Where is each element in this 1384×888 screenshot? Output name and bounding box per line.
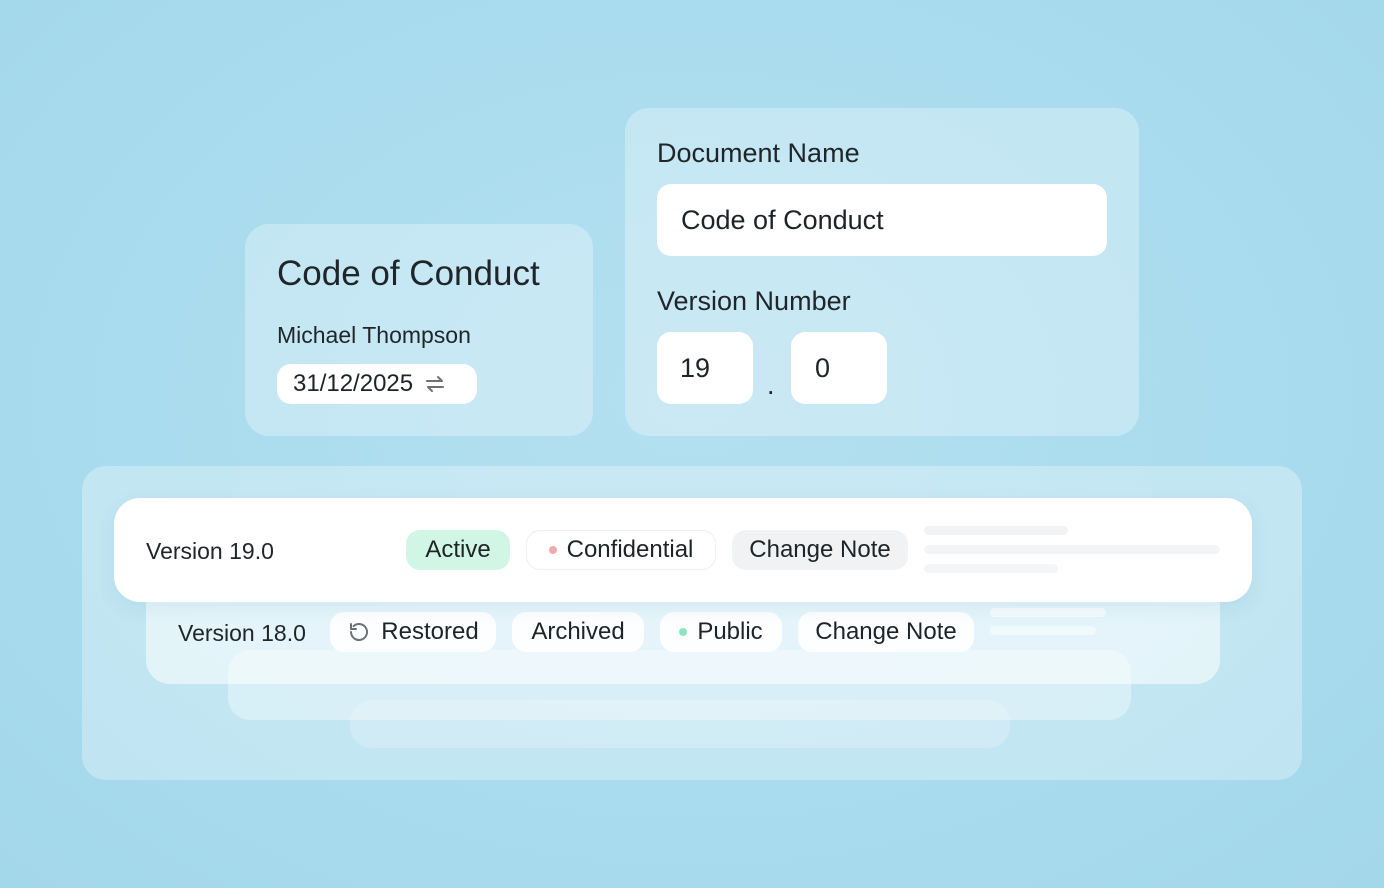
confidential-label: Confidential [566, 536, 694, 563]
public-chip[interactable]: Public [660, 612, 782, 652]
restore-icon [347, 620, 371, 644]
document-name-value: Code of Conduct [681, 204, 884, 235]
document-summary-card: Code of Conduct Michael Thompson 31/12/2… [245, 224, 593, 436]
archived-label: Archived [531, 618, 625, 645]
version-minor-value: 0 [815, 352, 831, 383]
version-separator: . [767, 370, 775, 400]
date-value: 31/12/2025 [293, 370, 414, 397]
change-note-label: Change Note [749, 536, 891, 563]
document-title: Code of Conduct [277, 254, 540, 293]
confidential-dot [548, 546, 557, 554]
change-note-button[interactable]: Change Note [798, 612, 974, 652]
document-name-input[interactable]: Code of Conduct [657, 184, 1107, 256]
document-form-card: Document Name Code of Conduct Version Nu… [625, 108, 1139, 436]
confidential-chip[interactable]: Confidential [526, 530, 716, 570]
document-name-label: Document Name [657, 138, 860, 168]
restored-label: Restored [381, 618, 479, 645]
version-row-19[interactable]: Version 19.0 Active Confidential Change … [114, 498, 1252, 602]
placeholder-line [990, 608, 1106, 617]
restored-chip[interactable]: Restored [330, 612, 496, 652]
placeholder-line [924, 545, 1220, 554]
version-label: Version 18.0 [178, 620, 306, 646]
swap-arrows-icon[interactable] [423, 372, 447, 396]
version-number-label: Version Number [657, 286, 851, 316]
active-label: Active [425, 536, 491, 563]
public-label: Public [697, 618, 763, 645]
document-author: Michael Thompson [277, 322, 471, 348]
version-minor-input[interactable]: 0 [791, 332, 887, 404]
version-major-input[interactable]: 19 [657, 332, 753, 404]
active-status-badge: Active [406, 530, 510, 570]
date-pill[interactable]: 31/12/2025 [277, 364, 477, 404]
placeholder-line [924, 564, 1058, 573]
public-dot [679, 628, 688, 636]
version-label: Version 19.0 [146, 538, 274, 564]
version-major-value: 19 [680, 352, 711, 383]
placeholder-line [924, 526, 1068, 535]
change-note-label: Change Note [815, 618, 957, 645]
placeholder-line [990, 626, 1096, 635]
change-note-button[interactable]: Change Note [732, 530, 908, 570]
archived-chip[interactable]: Archived [512, 612, 644, 652]
